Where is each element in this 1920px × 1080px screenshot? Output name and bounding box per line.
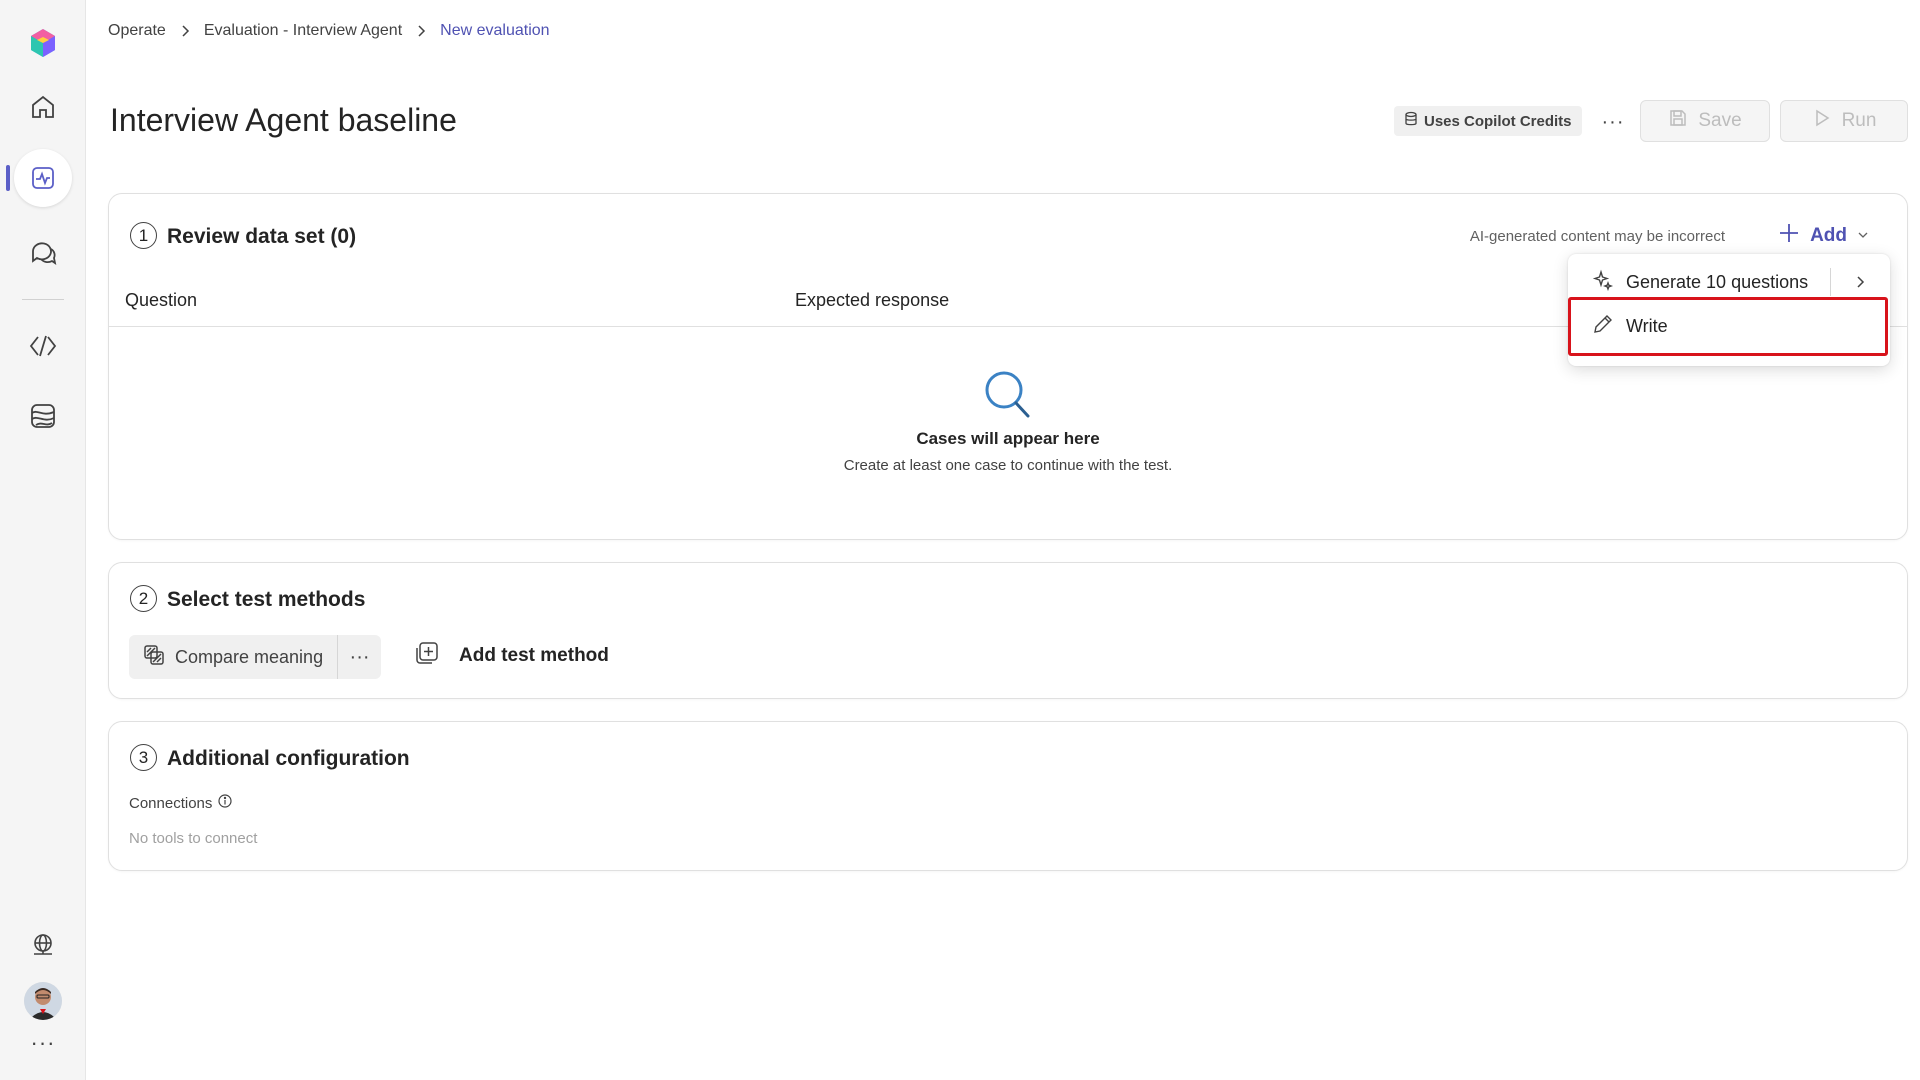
- empty-state: Cases will appear here Create at least o…: [109, 369, 1907, 474]
- evaluation-icon[interactable]: [14, 149, 72, 207]
- step-number-1: 1: [130, 222, 157, 249]
- generate-label: Generate 10 questions: [1626, 271, 1809, 292]
- coin-stack-icon: [1404, 111, 1418, 131]
- save-label: Save: [1698, 110, 1742, 131]
- breadcrumb-current: New evaluation: [440, 22, 550, 39]
- more-options-button[interactable]: ···: [1598, 107, 1628, 137]
- connections-empty-text: No tools to connect: [129, 830, 258, 847]
- run-label: Run: [1841, 110, 1877, 131]
- chevron-right-icon: [178, 24, 192, 38]
- save-button[interactable]: Save: [1640, 100, 1770, 142]
- play-icon: [1812, 108, 1832, 134]
- save-icon: [1668, 108, 1688, 134]
- compare-meaning-icon: [143, 644, 165, 671]
- plus-icon: [1778, 222, 1800, 250]
- step-number-2: 2: [130, 585, 157, 612]
- step-number-3: 3: [130, 744, 157, 771]
- menu-split-divider: [1830, 268, 1831, 296]
- more-icon[interactable]: ···: [18, 1028, 68, 1058]
- info-icon[interactable]: [218, 794, 232, 812]
- copilot-credits-badge[interactable]: Uses Copilot Credits: [1394, 106, 1582, 136]
- active-indicator: [6, 165, 10, 191]
- section-title: Review data set (0): [167, 225, 357, 248]
- chevron-down-icon: [1857, 225, 1869, 247]
- breadcrumb-evaluation[interactable]: Evaluation - Interview Agent: [204, 22, 402, 40]
- add-test-method-button[interactable]: Add test method: [415, 641, 609, 671]
- column-question: Question: [125, 290, 198, 310]
- additional-configuration-section: 3 Additional configuration Connections N…: [108, 721, 1908, 871]
- home-icon[interactable]: [18, 82, 68, 132]
- avatar[interactable]: [24, 982, 62, 1020]
- empty-state-title: Cases will appear here: [916, 429, 1100, 448]
- ai-disclaimer: AI-generated content may be incorrect: [1469, 228, 1725, 245]
- code-icon[interactable]: [18, 321, 68, 371]
- empty-state-subtitle: Create at least one case to continue wit…: [843, 457, 1173, 474]
- compare-meaning-chip: Compare meaning ···: [129, 635, 381, 679]
- method-more-button[interactable]: ···: [338, 646, 381, 669]
- run-button[interactable]: Run: [1780, 100, 1908, 142]
- column-expected-response: Expected response: [795, 290, 950, 310]
- compare-meaning-button[interactable]: Compare meaning: [129, 635, 339, 679]
- left-nav-rail: ···: [0, 0, 86, 1080]
- add-label: Add: [1810, 225, 1847, 246]
- search-icon: [981, 369, 1035, 423]
- breadcrumb: Operate Evaluation - Interview Agent New…: [108, 22, 550, 40]
- review-data-set-section: 1 Review data set (0) AI-generated conte…: [108, 193, 1908, 540]
- connections-label: Connections: [129, 794, 232, 812]
- agent-flow-icon[interactable]: [18, 391, 68, 441]
- chat-icon[interactable]: [18, 227, 68, 277]
- app-logo-icon[interactable]: [18, 18, 68, 68]
- add-square-icon: [415, 641, 439, 671]
- chevron-right-icon: [414, 24, 428, 38]
- copilot-credits-label: Uses Copilot Credits: [1424, 112, 1572, 130]
- select-test-methods-section: 2 Select test methods Compare meaning ··…: [108, 562, 1908, 699]
- page-title: Interview Agent baseline: [110, 102, 457, 138]
- sparkle-icon: [1592, 269, 1614, 296]
- highlight-annotation-box: [1568, 297, 1888, 356]
- section-title: Additional configuration: [167, 747, 410, 770]
- rail-divider: [22, 299, 64, 300]
- method-label: Compare meaning: [175, 646, 324, 667]
- breadcrumb-operate[interactable]: Operate: [108, 22, 166, 40]
- section-title: Select test methods: [167, 588, 366, 611]
- add-test-method-label: Add test method: [459, 645, 609, 666]
- globe-icon[interactable]: [18, 920, 68, 970]
- connections-text: Connections: [129, 794, 213, 812]
- add-button[interactable]: Add: [1778, 222, 1869, 250]
